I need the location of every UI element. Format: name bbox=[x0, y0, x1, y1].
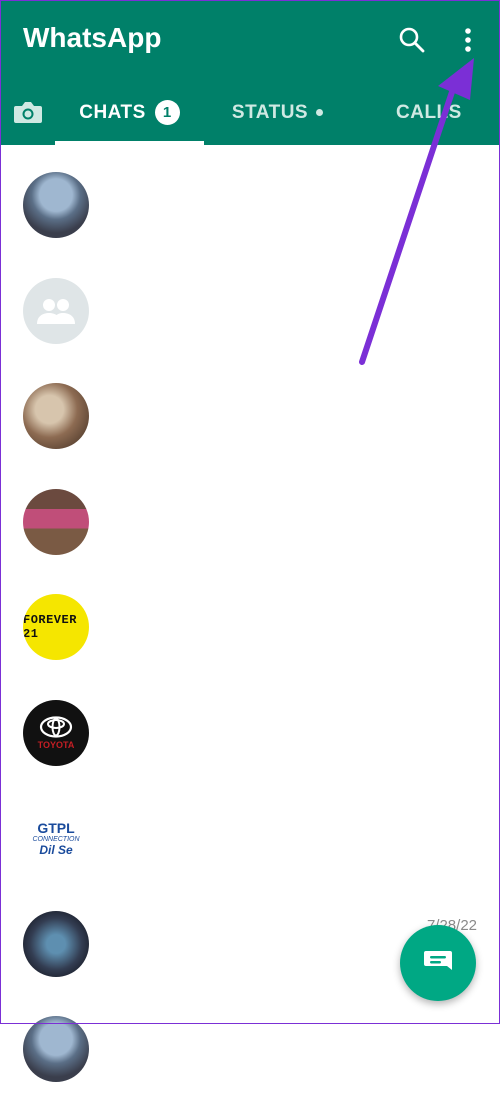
avatar[interactable]: FOREVER 21 bbox=[23, 594, 89, 660]
chat-row[interactable]: TOYOTA bbox=[0, 673, 500, 779]
avatar[interactable] bbox=[23, 277, 89, 344]
chat-row[interactable]: FOREVER 21 bbox=[0, 567, 500, 673]
app-title: WhatsApp bbox=[23, 22, 162, 53]
gtpl-logo-subtext: CONNECTION bbox=[32, 835, 80, 843]
avatar[interactable] bbox=[23, 1016, 89, 1082]
chat-row[interactable] bbox=[0, 356, 500, 462]
toyota-logo-text: TOYOTA bbox=[37, 739, 75, 750]
tab-bar: CHATS 1 STATUS CALLS bbox=[0, 80, 500, 145]
avatar[interactable] bbox=[23, 172, 89, 238]
group-default-icon bbox=[37, 298, 75, 324]
avatar[interactable]: TOYOTA bbox=[23, 699, 89, 766]
unread-badge: 1 bbox=[154, 100, 180, 125]
forever21-logo-text: FOREVER 21 bbox=[23, 613, 77, 641]
chat-row[interactable] bbox=[0, 989, 500, 1095]
more-vertical-icon bbox=[465, 28, 471, 52]
tab-chats[interactable]: CHATS 1 bbox=[55, 80, 204, 145]
app-bar: WhatsApp CHATS 1 STATUS CALLS bbox=[0, 0, 500, 145]
gtpl-logo-tagline: Dil Se bbox=[39, 842, 73, 857]
new-chat-button[interactable] bbox=[400, 925, 476, 1001]
avatar[interactable] bbox=[23, 383, 89, 449]
status-new-dot bbox=[316, 109, 324, 116]
toyota-logo-icon bbox=[39, 715, 73, 738]
chat-row[interactable] bbox=[0, 462, 500, 568]
camera-tab[interactable] bbox=[8, 92, 48, 132]
message-icon bbox=[424, 951, 452, 970]
camera-icon bbox=[14, 102, 42, 123]
search-button[interactable] bbox=[392, 20, 432, 60]
gtpl-logo-text: GTPL bbox=[37, 819, 75, 836]
search-icon bbox=[399, 27, 425, 53]
tab-calls[interactable]: CALLS bbox=[380, 80, 500, 145]
tab-status-label: STATUS bbox=[231, 101, 309, 123]
avatar[interactable] bbox=[23, 488, 89, 555]
tab-calls-label: CALLS bbox=[396, 101, 462, 123]
chat-row[interactable] bbox=[0, 251, 500, 357]
tab-chats-label: CHATS bbox=[79, 101, 146, 123]
avatar[interactable] bbox=[23, 910, 89, 977]
chat-row[interactable]: GTPL CONNECTION Dil Se bbox=[0, 778, 500, 884]
chat-row[interactable] bbox=[0, 145, 500, 251]
avatar[interactable]: GTPL CONNECTION Dil Se bbox=[23, 805, 89, 871]
tab-status[interactable]: STATUS bbox=[215, 80, 340, 145]
more-options-button[interactable] bbox=[452, 20, 484, 60]
